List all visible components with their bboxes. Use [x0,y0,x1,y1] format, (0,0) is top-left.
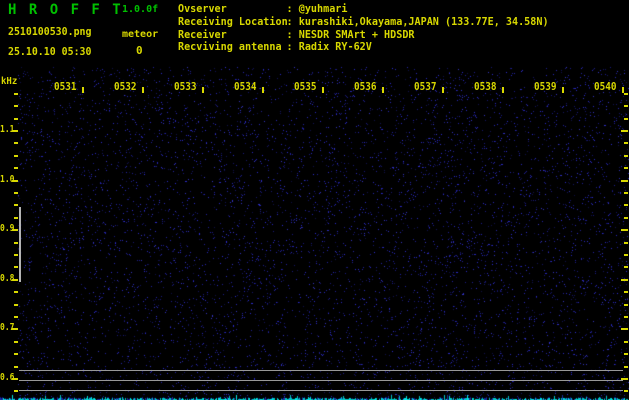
freq-minor-tick-right [624,353,628,355]
freq-minor-tick-left [14,266,18,268]
freq-minor-tick-right [624,204,628,206]
time-tick-label: 0539 [534,80,557,93]
hrofft-output-window: H R O F F T 1.0.0f 2510100530.png 25.10.… [0,0,629,400]
freq-minor-tick-left [14,167,18,169]
freq-minor-tick-left [14,353,18,355]
freq-major-tick-right [621,180,628,182]
freq-axis-unit-label: kHz [1,76,18,87]
freq-major-tick-left [12,279,18,281]
time-tick-label: 0537 [414,80,437,93]
freq-minor-tick-right [624,105,628,107]
freq-minor-tick-left [14,304,18,306]
freq-minor-tick-left [14,155,18,157]
observer-info-block: Ovserver @yuhmari Receiving Locationkuras… [178,2,549,54]
freq-minor-tick-left [14,105,18,107]
output-filename: 2510100530.png [8,25,92,38]
time-minor-tick [142,87,144,93]
time-minor-tick [202,87,204,93]
freq-minor-tick-right [624,142,628,144]
freq-major-tick-left [12,130,18,132]
info-row-antenna: Recviving antenna Radix RY-62V [178,40,549,54]
time-tick-label: 0532 [114,80,137,93]
time-tick-label: 0536 [354,80,377,93]
time-minor-tick [442,87,444,93]
freq-minor-tick-right [624,254,628,256]
time-minor-tick [322,87,324,93]
freq-major-tick-left [12,229,18,231]
info-label: Receiving Location [178,14,288,28]
freq-minor-tick-right [624,291,628,293]
meteor-counter-value: 0 [136,44,143,57]
freq-minor-tick-right [624,192,628,194]
freq-major-tick-right [621,328,628,330]
freq-minor-tick-left [14,217,18,219]
info-value: Radix RY-62V [287,40,372,53]
time-tick-label: 0531 [54,80,77,93]
time-tick-label: 0533 [174,80,197,93]
freq-minor-tick-left [14,366,18,368]
freq-minor-tick-right [624,93,628,95]
freq-minor-tick-left [14,291,18,293]
freq-minor-tick-right [624,242,628,244]
freq-minor-tick-left [14,242,18,244]
info-label: Recviving antenna [178,40,282,54]
freq-major-tick-right [621,130,628,132]
freq-minor-tick-right [624,167,628,169]
freq-minor-tick-left [14,316,18,318]
freq-major-tick-left [12,378,18,380]
freq-minor-tick-right [624,118,628,120]
freq-minor-tick-right [624,304,628,306]
freq-major-tick-right [621,279,628,281]
freq-minor-tick-right [624,155,628,157]
time-minor-tick [562,87,564,93]
info-value: kurashiki,Okayama,JAPAN (133.77E, 34.58N… [287,15,549,28]
freq-minor-tick-right [624,366,628,368]
freq-minor-tick-left [14,192,18,194]
app-version: 1.0.0f [122,4,159,15]
freq-minor-tick-left [14,390,18,392]
freq-minor-tick-left [14,118,18,120]
info-value: NESDR SMArt + HDSDR [287,28,415,41]
freq-minor-tick-left [14,142,18,144]
time-tick-label: 0540 [594,80,617,93]
freq-major-tick-right [621,378,628,380]
app-title: H R O F F T [8,2,123,18]
freq-minor-tick-left [14,204,18,206]
info-value: @yuhmari [287,2,348,15]
freq-minor-tick-left [14,254,18,256]
freq-minor-tick-right [624,390,628,392]
freq-minor-tick-right [624,341,628,343]
freq-minor-tick-left [14,93,18,95]
freq-major-tick-left [12,180,18,182]
freq-minor-tick-right [624,316,628,318]
observation-datetime: 25.10.10 05:30 [8,45,92,58]
freq-minor-tick-left [14,341,18,343]
time-tick-label: 0535 [294,80,317,93]
time-tick-label: 0538 [474,80,497,93]
time-minor-tick [502,87,504,93]
freq-minor-tick-right [624,217,628,219]
time-minor-tick [82,87,84,93]
info-label: Ovserver [178,2,227,15]
time-tick-label: 0534 [234,80,257,93]
freq-major-tick-right [621,229,628,231]
freq-major-tick-left [12,328,18,330]
meteor-counter-label: meteor [122,29,159,40]
time-minor-tick [262,87,264,93]
freq-minor-tick-right [624,266,628,268]
time-minor-tick [382,87,384,93]
labels-layer: H R O F F T 1.0.0f 2510100530.png 25.10.… [0,0,629,400]
